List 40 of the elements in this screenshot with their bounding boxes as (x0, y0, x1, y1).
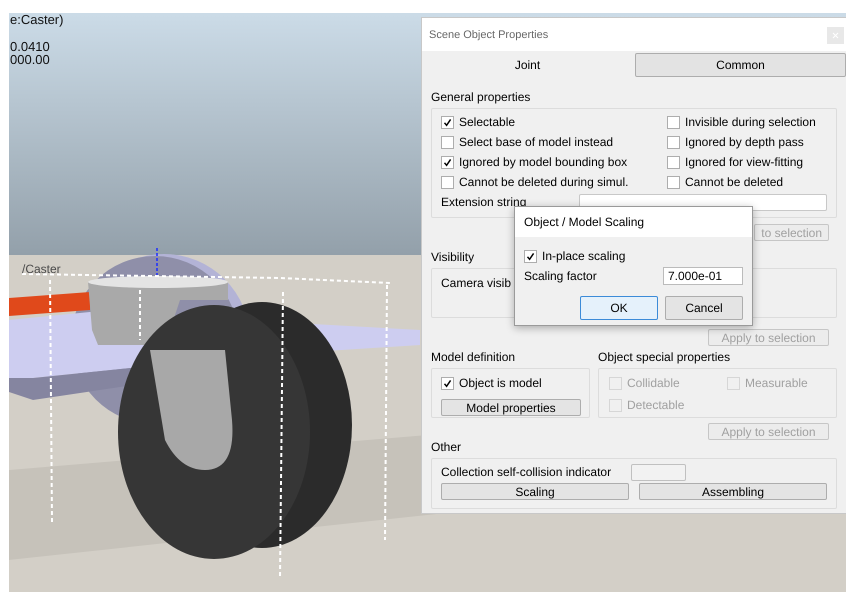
window-title: Scene Object Properties (429, 28, 548, 40)
field-label: Camera visib (441, 275, 512, 292)
check-icon (443, 158, 452, 166)
cancel-button[interactable]: Cancel (665, 296, 743, 320)
checkbox[interactable]: Cannot be deleted during simul. (441, 172, 667, 192)
checkbox[interactable]: Ignored for view-fitting (667, 152, 827, 172)
group-title: Other (431, 440, 462, 454)
check-icon (526, 252, 535, 260)
checkbox[interactable]: Select base of model instead (441, 132, 667, 152)
field-label: Scaling factor (524, 269, 597, 283)
checkbox[interactable]: Ignored by model bounding box (441, 152, 667, 172)
tab[interactable]: Joint (422, 53, 633, 77)
viewport-text: e:Caster) (10, 13, 64, 26)
model-properties-button[interactable]: Model properties (441, 399, 581, 416)
check-icon (443, 378, 452, 388)
checkbox: Measurable (727, 373, 826, 393)
checkbox: Collidable (609, 373, 727, 393)
button[interactable]: Scaling (441, 483, 629, 500)
checkbox[interactable]: Invisible during selection (667, 112, 827, 132)
color-indicator (631, 464, 686, 480)
viewport-text: 000.00 (10, 53, 51, 66)
check-icon (443, 118, 452, 126)
checkbox: Detectable (609, 395, 727, 415)
ok-button[interactable]: OK (580, 296, 658, 320)
group-title: Model definition (431, 350, 516, 364)
group-title: Visibility (431, 250, 474, 264)
dialog-title: Object / Model Scaling (524, 215, 644, 229)
button[interactable]: Assembling (639, 483, 827, 500)
checkbox[interactable]: Ignored by depth pass (667, 132, 827, 152)
object-label: /Caster (22, 262, 61, 276)
indicator-label: Collection self-collision indicator (441, 465, 612, 479)
group-title: General properties (431, 90, 530, 104)
checkbox[interactable]: Cannot be deleted (667, 172, 827, 192)
tab[interactable]: Common (635, 53, 846, 77)
checkbox[interactable]: Object is model (441, 373, 580, 393)
checkbox[interactable]: In-place scaling (524, 246, 743, 266)
group-title: Object special properties (598, 350, 730, 364)
viewport-text: 0.0410 (10, 40, 51, 53)
input-field[interactable]: 7.000e-01 (663, 267, 743, 285)
checkbox[interactable]: Selectable (441, 112, 667, 132)
